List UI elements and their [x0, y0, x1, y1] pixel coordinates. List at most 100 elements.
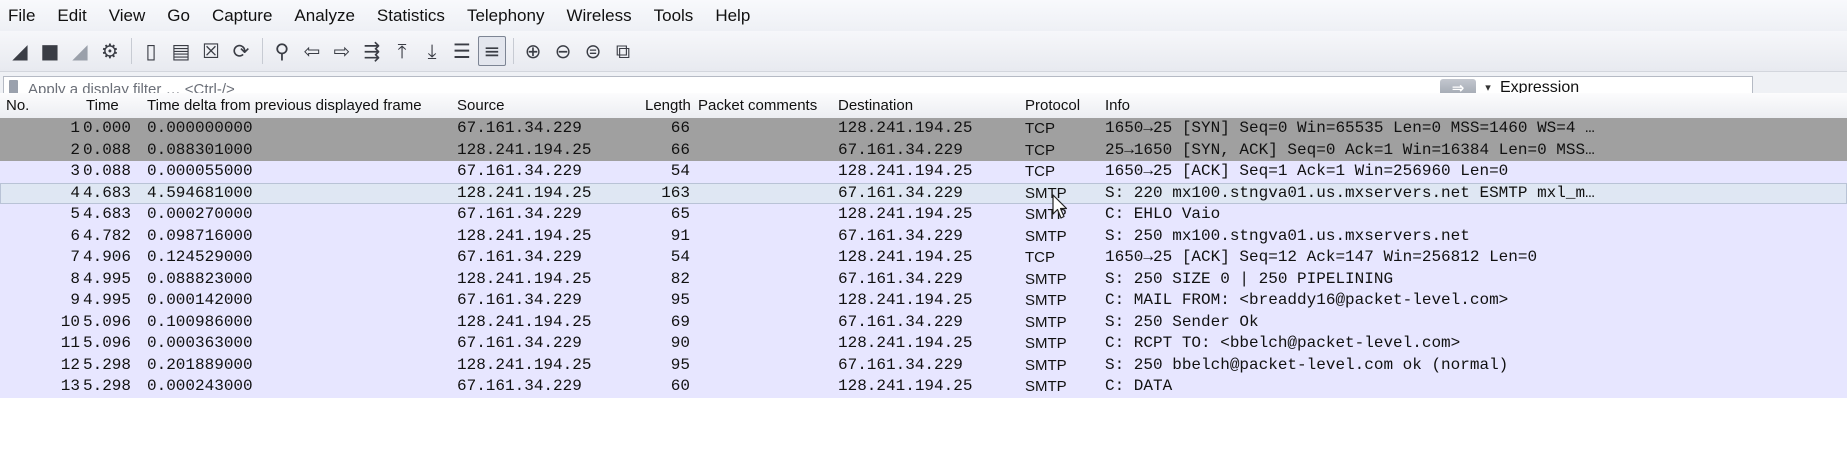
- packet-row[interactable]: 7 4.906 0.124529000 67.161.34.229 54 128.241.…: [0, 247, 1847, 269]
- stop-capture-icon[interactable]: ■: [36, 36, 64, 66]
- packet-time-delta: 0.000142000: [147, 291, 253, 309]
- column-header-info[interactable]: Info: [1105, 93, 1130, 118]
- packet-info: C: MAIL FROM: <breaddy16@packet-level.co…: [1105, 291, 1509, 309]
- menu-go[interactable]: Go: [156, 0, 201, 31]
- packet-length: 60: [670, 377, 690, 395]
- packet-time-delta: 0.000363000: [147, 334, 253, 352]
- column-header-length[interactable]: Length: [645, 93, 691, 118]
- packet-number: 12: [60, 355, 80, 374]
- packet-number: 11: [60, 334, 80, 352]
- open-file-icon[interactable]: ▯: [137, 36, 165, 66]
- toolbar-separator: [262, 38, 263, 64]
- packet-comment: [697, 269, 827, 291]
- packet-time: 0.000: [83, 119, 132, 137]
- go-last-packet-icon[interactable]: ⤓: [418, 36, 446, 66]
- toolbar-separator: [513, 38, 514, 64]
- packet-row[interactable]: 11 5.096 0.000363000 67.161.34.229 90 128.241…: [0, 333, 1847, 355]
- packet-row[interactable]: 3 0.088 0.000055000 67.161.34.229 54 128.241.…: [0, 161, 1847, 183]
- packet-row[interactable]: 1 0.000 0.000000000 67.161.34.229 66 128.241.…: [0, 118, 1847, 140]
- packet-info: S: 220 mx100.stngva01.us.mxservers.net E…: [1105, 183, 1595, 202]
- colorize-icon[interactable]: ≡: [478, 36, 506, 66]
- packet-source: 67.161.34.229: [457, 248, 582, 266]
- menu-statistics[interactable]: Statistics: [366, 0, 456, 31]
- packet-destination: 67.161.34.229: [838, 140, 963, 159]
- packet-protocol: SMTP: [1025, 313, 1067, 331]
- packet-row[interactable]: 8 4.995 0.088823000 128.241.194.25 82 67.161.…: [0, 268, 1847, 291]
- packet-destination: 67.161.34.229: [838, 183, 963, 202]
- packet-protocol: SMTP: [1025, 378, 1067, 395]
- packet-source: 67.161.34.229: [457, 119, 582, 137]
- reload-file-icon[interactable]: ⟳: [227, 36, 255, 66]
- packet-comment: [697, 376, 827, 398]
- column-header-time-delta[interactable]: Time delta from previous displayed frame: [147, 93, 422, 118]
- packet-destination: 67.161.34.229: [838, 312, 963, 331]
- packet-time: 4.995: [83, 291, 132, 309]
- restart-capture-icon[interactable]: ◢: [66, 36, 94, 66]
- packet-comment: [697, 333, 827, 355]
- packet-row[interactable]: 12 5.298 0.201889000 128.241.194.25 95 67.161…: [0, 354, 1847, 377]
- packet-info: 1650→25 [ACK] Seq=1 Ack=1 Win=256960 Len…: [1105, 162, 1509, 180]
- packet-comment: [697, 161, 827, 183]
- zoom-in-icon[interactable]: ⊕: [519, 36, 547, 66]
- packet-number: 13: [60, 377, 80, 395]
- packet-time-delta: 0.000055000: [147, 162, 253, 180]
- column-header-time[interactable]: Time: [86, 93, 119, 118]
- menu-file[interactable]: File: [0, 0, 46, 31]
- packet-time-delta: 0.088823000: [147, 269, 253, 288]
- column-header-destination[interactable]: Destination: [838, 93, 913, 118]
- menu-edit[interactable]: Edit: [46, 0, 97, 31]
- packet-number: 6: [70, 226, 80, 245]
- packet-comment: [697, 290, 827, 312]
- column-header-packet-comments[interactable]: Packet comments: [698, 93, 817, 118]
- packet-destination: 67.161.34.229: [838, 269, 963, 288]
- packet-length: 90: [670, 334, 690, 352]
- packet-row[interactable]: 4 4.683 4.594681000 128.241.194.25 163 67.161…: [0, 182, 1847, 204]
- shark-fin-start-icon[interactable]: ◢: [6, 36, 34, 66]
- packet-row[interactable]: 9 4.995 0.000142000 67.161.34.229 95 128.241.…: [0, 290, 1847, 312]
- zoom-normal-icon[interactable]: ⊜: [579, 36, 607, 66]
- packet-row[interactable]: 10 5.096 0.100986000 128.241.194.25 69 67.161…: [0, 311, 1847, 333]
- packet-time: 4.683: [83, 183, 132, 202]
- go-first-packet-icon[interactable]: ⤒: [388, 36, 416, 66]
- packet-info: 1650→25 [ACK] Seq=12 Ack=147 Win=256812 …: [1105, 248, 1538, 266]
- packet-comment: [697, 355, 827, 377]
- packet-row[interactable]: 6 4.782 0.098716000 128.241.194.25 91 67.161.…: [0, 225, 1847, 247]
- menu-capture[interactable]: Capture: [201, 0, 283, 31]
- go-to-packet-icon[interactable]: ⇶: [358, 36, 386, 66]
- packet-row[interactable]: 13 5.298 0.000243000 67.161.34.229 60 128.241…: [0, 376, 1847, 398]
- menu-help[interactable]: Help: [704, 0, 761, 31]
- zoom-out-icon[interactable]: ⊖: [549, 36, 577, 66]
- packet-source: 128.241.194.25: [457, 183, 592, 202]
- packet-length: 82: [670, 269, 690, 288]
- auto-scroll-icon[interactable]: ☰: [448, 36, 476, 66]
- menu-view[interactable]: View: [98, 0, 157, 31]
- menu-analyze[interactable]: Analyze: [283, 0, 365, 31]
- packet-row[interactable]: 5 4.683 0.000270000 67.161.34.229 65 128.241.…: [0, 204, 1847, 226]
- packet-protocol: SMTP: [1025, 356, 1067, 374]
- packet-destination: 67.161.34.229: [838, 355, 963, 374]
- packet-destination: 128.241.194.25: [838, 377, 973, 395]
- packet-time: 5.298: [83, 377, 132, 395]
- packet-row[interactable]: 2 0.088 0.088301000 128.241.194.25 66 67.161.…: [0, 139, 1847, 161]
- column-header-source[interactable]: Source: [457, 93, 505, 118]
- menu-telephony[interactable]: Telephony: [456, 0, 556, 31]
- menu-wireless[interactable]: Wireless: [555, 0, 642, 31]
- packet-destination: 128.241.194.25: [838, 248, 973, 266]
- find-packet-icon[interactable]: ⚲: [268, 36, 296, 66]
- go-back-icon[interactable]: ⇦: [298, 36, 326, 66]
- main-toolbar: ◢ ■ ◢ ⚙ ▯ ▤ ☒ ⟳ ⚲ ⇦ ⇨ ⇶ ⤒ ⤓ ☰ ≡ ⊕ ⊖ ⊜ ⧉: [0, 31, 1847, 72]
- packet-length: 95: [670, 355, 690, 374]
- packet-source: 67.161.34.229: [457, 291, 582, 309]
- column-header-no[interactable]: No.: [6, 93, 29, 118]
- packet-protocol: SMTP: [1025, 335, 1067, 352]
- resize-columns-icon[interactable]: ⧉: [609, 36, 637, 66]
- close-file-icon[interactable]: ☒: [197, 36, 225, 66]
- go-forward-icon[interactable]: ⇨: [328, 36, 356, 66]
- packet-info: S: 250 SIZE 0 | 250 PIPELINING: [1105, 269, 1394, 288]
- capture-options-icon[interactable]: ⚙: [96, 36, 124, 66]
- packet-protocol: TCP: [1025, 120, 1055, 137]
- column-header-protocol[interactable]: Protocol: [1025, 93, 1080, 118]
- menu-tools[interactable]: Tools: [643, 0, 705, 31]
- save-file-icon[interactable]: ▤: [167, 36, 195, 66]
- packet-source: 67.161.34.229: [457, 205, 582, 223]
